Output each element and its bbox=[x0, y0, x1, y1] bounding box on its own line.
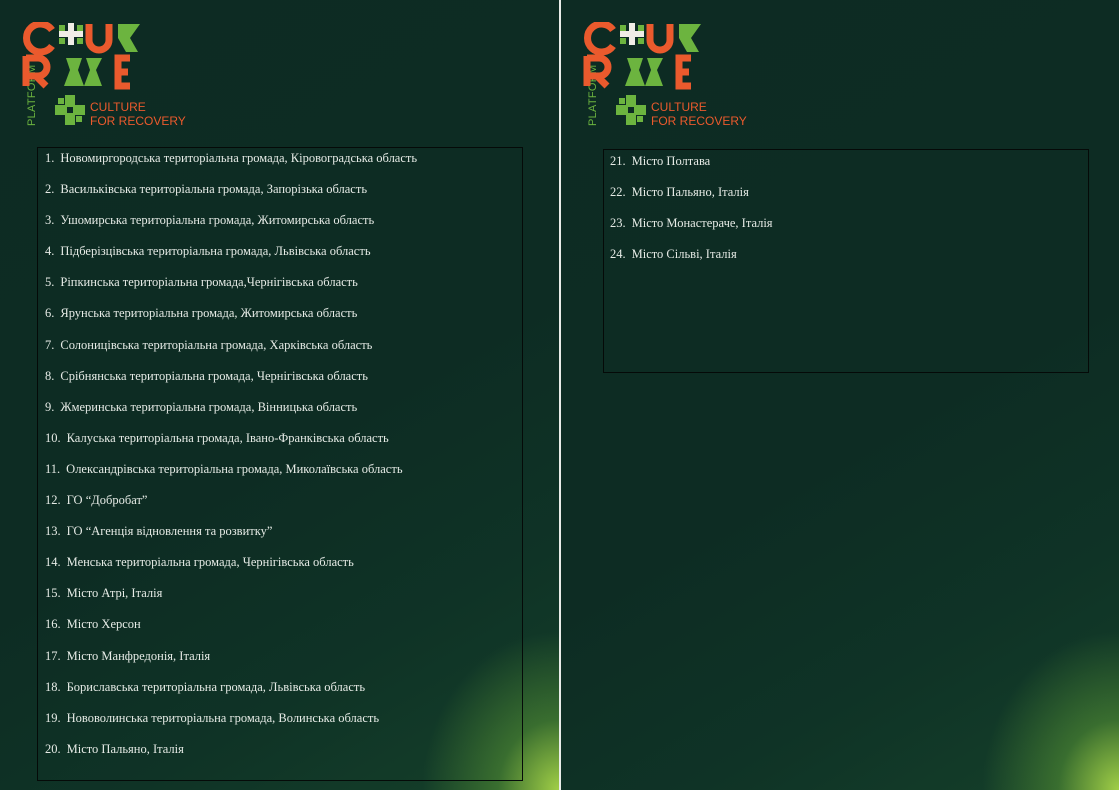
participants-list-box: 1. Новомиргородська територіальна громада… bbox=[37, 147, 523, 781]
list-item: 8. Срібнянська територіальна громада, Чер… bbox=[45, 368, 368, 383]
list-item: 9. Жмеринська територіальна громада, Вінн… bbox=[45, 399, 358, 414]
list-item: 22. Місто Пальяно, Італія bbox=[610, 185, 749, 199]
list-item: 15. Місто Атрі, Італія bbox=[45, 586, 163, 601]
logo-subtitle-line2: FOR RECOVERY bbox=[651, 114, 747, 128]
participants-list: 1. Новомиргородська територіальна громада… bbox=[45, 151, 417, 773]
logo-subtitle-line1: CULTURE bbox=[90, 100, 146, 114]
list-item: 12. ГО “Добробат” bbox=[45, 493, 148, 508]
culture-for-recovery-logo: PLATFORM CULTURE FOR RECOVERY bbox=[22, 22, 197, 130]
list-item: 23. Місто Монастераче, Італія bbox=[610, 216, 773, 230]
participants-list-box-continued: 21. Місто Полтава 22. Місто Пальяно, Італі… bbox=[603, 149, 1089, 373]
list-item: 10. Калуська територіальна громада, Івано… bbox=[45, 430, 389, 445]
logo-subtitle: CULTURE FOR RECOVERY bbox=[90, 100, 186, 128]
logo-subtitle-line2: FOR RECOVERY bbox=[90, 114, 186, 128]
list-item: 13. ГО “Агенція відновлення та розвитку” bbox=[45, 524, 273, 539]
list-item: 18. Бориславська територіальна громада, Л… bbox=[45, 679, 366, 694]
list-item: 17. Місто Манфредонія, Італія bbox=[45, 648, 211, 663]
list-item: 19. Нововолинська територіальна громада, … bbox=[45, 710, 380, 725]
list-item: 3. Ушомирська територіальна громада, Жито… bbox=[45, 213, 375, 228]
list-item: 2. Васильківська територіальна громада, З… bbox=[45, 182, 368, 197]
list-item: 14. Менська територіальна громада, Черніг… bbox=[45, 555, 354, 570]
list-item: 6. Ярунська територіальна громада, Житоми… bbox=[45, 306, 358, 321]
list-item: 20. Місто Пальяно, Італія bbox=[45, 741, 184, 756]
list-item: 7. Солоницівська територіальна громада, Х… bbox=[45, 337, 373, 352]
logo-subtitle: CULTURE FOR RECOVERY bbox=[651, 100, 747, 128]
list-item: 5. Ріпкинська територіальна громада,Черні… bbox=[45, 275, 358, 290]
cross-emblem-icon bbox=[616, 95, 646, 125]
list-item: 1. Новомиргородська територіальна громада… bbox=[45, 151, 418, 165]
left-page: PLATFORM CULTURE FOR RECOVERY 1. Новомир… bbox=[0, 0, 559, 790]
list-item: 16. Місто Херсон bbox=[45, 617, 141, 632]
logo-wordmark-icon bbox=[583, 22, 701, 90]
list-item: 24. Місто Сільві, Італія bbox=[610, 247, 737, 261]
participants-list-continued: 21. Місто Полтава 22. Місто Пальяно, Італі… bbox=[610, 154, 773, 278]
list-item: 4. Підберізцівська територіальна громада,… bbox=[45, 244, 371, 259]
list-item: 21. Місто Полтава bbox=[610, 154, 711, 168]
cross-emblem-icon bbox=[55, 95, 85, 125]
logo-subtitle-line1: CULTURE bbox=[651, 100, 707, 114]
logo-wordmark-icon bbox=[22, 22, 140, 90]
culture-for-recovery-logo: PLATFORM CULTURE FOR RECOVERY bbox=[583, 22, 758, 130]
list-item: 11. Олександрівська територіальна громада… bbox=[45, 461, 403, 476]
document-spread: PLATFORM CULTURE FOR RECOVERY 1. Новомир… bbox=[0, 0, 1119, 790]
right-page: PLATFORM CULTURE FOR RECOVERY 21. Місто … bbox=[561, 0, 1119, 790]
